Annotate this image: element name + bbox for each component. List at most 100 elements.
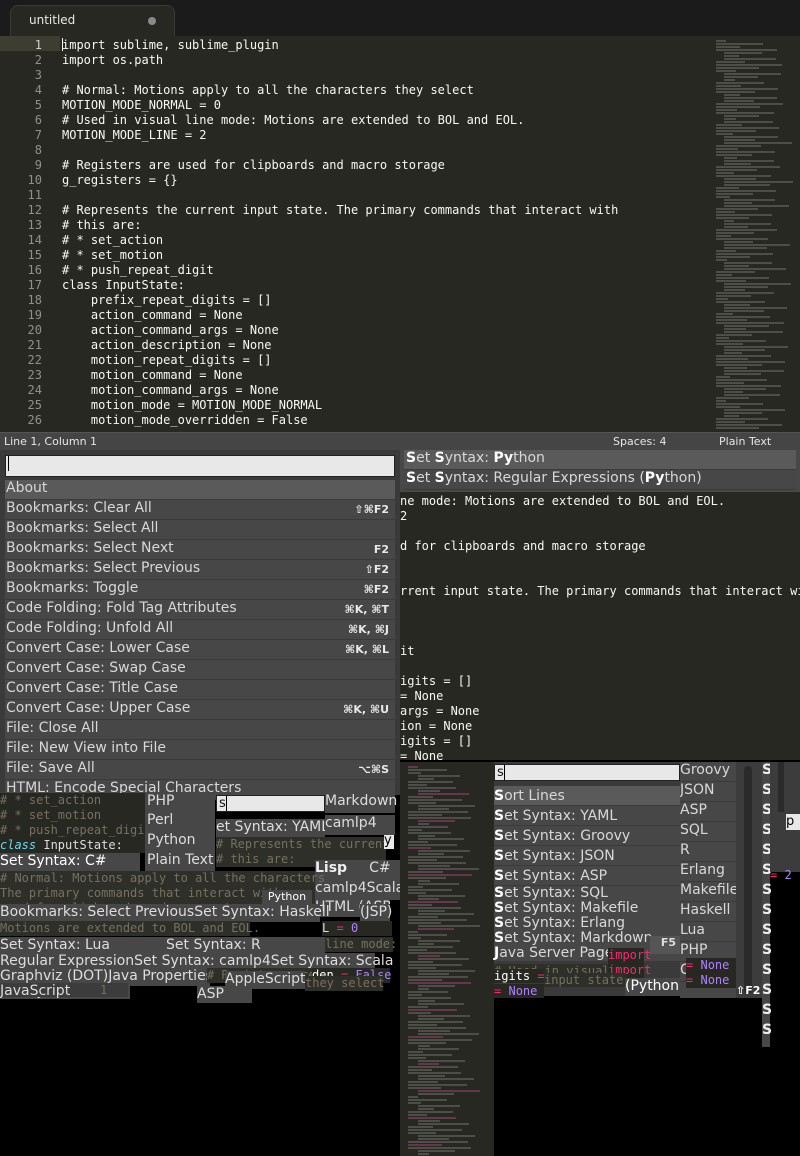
p-char: p bbox=[786, 814, 800, 830]
minimap-line bbox=[716, 274, 732, 276]
minimap-line bbox=[716, 322, 784, 324]
status-bar: Line 1, Column 1 Spaces: 4 Plain Text bbox=[0, 432, 800, 450]
minimap-line bbox=[408, 1021, 463, 1023]
palette-item[interactable]: Bookmarks: Select Previous ⇧F2 bbox=[5, 560, 395, 580]
palette-item[interactable]: Convert Case: Title Case bbox=[5, 680, 395, 700]
minimap-line bbox=[408, 1081, 438, 1083]
javascript-item[interactable]: JavaScript 1 bbox=[0, 983, 128, 999]
yaml-fragment[interactable]: et Syntax: YAML bbox=[216, 819, 329, 837]
scrollbar-track[interactable] bbox=[744, 766, 752, 994]
mini-item-python[interactable]: Python bbox=[147, 832, 196, 848]
they-select-fragment: they select bbox=[305, 976, 385, 991]
palette-search-input[interactable] bbox=[5, 455, 395, 477]
jsp-item[interactable]: (JSP) bbox=[360, 904, 392, 922]
palette-item[interactable]: Convert Case: Swap Case bbox=[5, 660, 395, 680]
minimap-line bbox=[408, 832, 451, 834]
syntax-item[interactable]: Erlang bbox=[680, 862, 736, 882]
s-palette-item[interactable]: Set Syntax: YAML bbox=[494, 806, 680, 826]
syntax-item[interactable]: SQL bbox=[680, 822, 736, 842]
syntax-item[interactable]: ASP bbox=[680, 802, 736, 822]
mini-item-plain-text[interactable]: Plain Text bbox=[147, 852, 213, 868]
minimap-line bbox=[408, 1036, 443, 1038]
mini-item-php[interactable]: PHP bbox=[147, 793, 174, 809]
syntax-item[interactable]: Haskell bbox=[680, 902, 736, 922]
unsaved-dot-icon[interactable] bbox=[148, 17, 156, 25]
asp-item[interactable]: ASP bbox=[197, 986, 252, 1003]
minimap-line bbox=[418, 1000, 435, 1002]
python-paren-item[interactable]: (Python) bbox=[625, 978, 684, 996]
code-line: MOTION_MODE_LINE = 2 bbox=[62, 128, 207, 142]
minimap[interactable] bbox=[710, 36, 800, 432]
palette-item[interactable]: About bbox=[5, 480, 395, 500]
match-char: S bbox=[494, 900, 505, 916]
camlp4-item[interactable]: camlp4 bbox=[325, 815, 395, 835]
s-palette-input[interactable]: s bbox=[494, 764, 680, 781]
code-line: ne mode: Motions are extended to BOL and… bbox=[400, 494, 726, 508]
minimap-line bbox=[408, 1057, 426, 1059]
minimap-line bbox=[408, 1084, 467, 1086]
minimap-line bbox=[408, 787, 456, 789]
minimap-line bbox=[716, 217, 749, 219]
s-glyph: S bbox=[762, 1002, 773, 1018]
s-palette-item-label: et Syntax: Makefile bbox=[504, 900, 639, 916]
syntax-item[interactable]: Lua bbox=[680, 922, 736, 942]
code-line: import sublime, sublime_plugin bbox=[62, 38, 279, 52]
minimap-line bbox=[716, 376, 730, 378]
minimap-line bbox=[418, 1108, 434, 1110]
palette-item[interactable]: File: Close All bbox=[5, 720, 395, 740]
palette-item[interactable]: Convert Case: Upper Case ⌘K, ⌘U bbox=[5, 700, 395, 720]
minimap-line bbox=[408, 904, 432, 906]
minimap-line bbox=[724, 331, 783, 333]
glitch-search-input[interactable]: s bbox=[216, 795, 325, 812]
editor[interactable]: 1 2 3 4 5 6 7 8 9 10 11 12 13 14 15 16 17 18 19 20 21 22 23 24 2… bbox=[0, 36, 800, 432]
minimap-line bbox=[716, 280, 746, 282]
s-palette-item[interactable]: Sort Lines bbox=[494, 786, 680, 806]
minimap-line bbox=[716, 364, 762, 366]
syntax-item[interactable]: Makefile bbox=[680, 882, 736, 902]
syntax-item[interactable]: JSON bbox=[680, 782, 736, 802]
status-indentation[interactable]: Spaces: 4 bbox=[613, 435, 666, 448]
label-part: Py bbox=[493, 450, 514, 466]
match-char: S bbox=[494, 788, 505, 804]
minimap-line bbox=[408, 979, 442, 981]
python-palette-item[interactable]: Set Syntax: Regular Expressions (Python) bbox=[404, 470, 796, 490]
scrollbar-area[interactable] bbox=[736, 762, 762, 998]
minimap-line bbox=[418, 778, 434, 780]
set-syntax-csharp[interactable]: Set Syntax: C# bbox=[0, 853, 140, 871]
s-palette-item[interactable]: Set Syntax: ASP bbox=[494, 866, 680, 886]
minimap-line bbox=[408, 1111, 453, 1113]
minimap-line bbox=[724, 265, 749, 267]
python-palette-item[interactable]: Set Syntax: Python bbox=[404, 450, 796, 470]
palette-item[interactable]: File: New View into File bbox=[5, 740, 395, 760]
status-syntax[interactable]: Plain Text bbox=[719, 435, 771, 448]
none-fragment: = None bbox=[494, 984, 544, 998]
palette-item[interactable]: Code Folding: Fold Tag Attributes ⌘K, ⌘T bbox=[5, 600, 395, 620]
minimap-line bbox=[716, 214, 772, 216]
syntax-item[interactable]: R bbox=[680, 842, 736, 862]
gutter: 1 2 3 4 5 6 7 8 9 10 11 12 13 14 15 16 17 18 19 20 21 22 23 24 2… bbox=[0, 36, 50, 432]
lisp-csharp-item[interactable]: Lisp C# bbox=[315, 860, 400, 880]
palette-item[interactable]: Bookmarks: Toggle ⌘F2 bbox=[5, 580, 395, 600]
palette-item[interactable]: Convert Case: Lower Case ⌘K, ⌘L bbox=[5, 640, 395, 660]
minimap-line bbox=[408, 877, 446, 879]
markdown-item[interactable]: Markdown bbox=[325, 793, 397, 813]
s-palette-item-label: et Syntax: JSON bbox=[504, 848, 615, 864]
palette-item[interactable]: Bookmarks: Select Next F2 bbox=[5, 540, 395, 560]
minimap-line bbox=[716, 379, 767, 381]
palette-item[interactable]: Code Folding: Unfold All ⌘K, ⌘J bbox=[5, 620, 395, 640]
tab-untitled[interactable]: untitled bbox=[10, 5, 175, 36]
code-line: # * push_repeat_digit bbox=[62, 263, 214, 277]
minimap-line bbox=[724, 268, 786, 270]
minimap-line bbox=[418, 1075, 445, 1077]
code-line: = None bbox=[400, 749, 444, 763]
palette-item[interactable]: Bookmarks: Select All bbox=[5, 520, 395, 540]
syntax-item[interactable]: Groovy bbox=[680, 762, 736, 782]
mini-item-perl[interactable]: Perl bbox=[147, 812, 173, 828]
bookmarks-haskell-fragment[interactable]: Bookmarks: Select PreviousSet Syntax: Ha… bbox=[0, 904, 330, 922]
palette-item[interactable]: File: Save All ⌥⌘S bbox=[5, 760, 395, 780]
s-palette-item[interactable]: Set Syntax: Groovy bbox=[494, 826, 680, 846]
camlp4scala-item[interactable]: camlp4Scala bbox=[315, 880, 404, 900]
s-glyph: S bbox=[762, 982, 773, 998]
s-palette-item[interactable]: Set Syntax: JSON bbox=[494, 846, 680, 866]
palette-item[interactable]: Bookmarks: Clear All ⇧⌘F2 bbox=[5, 500, 395, 520]
